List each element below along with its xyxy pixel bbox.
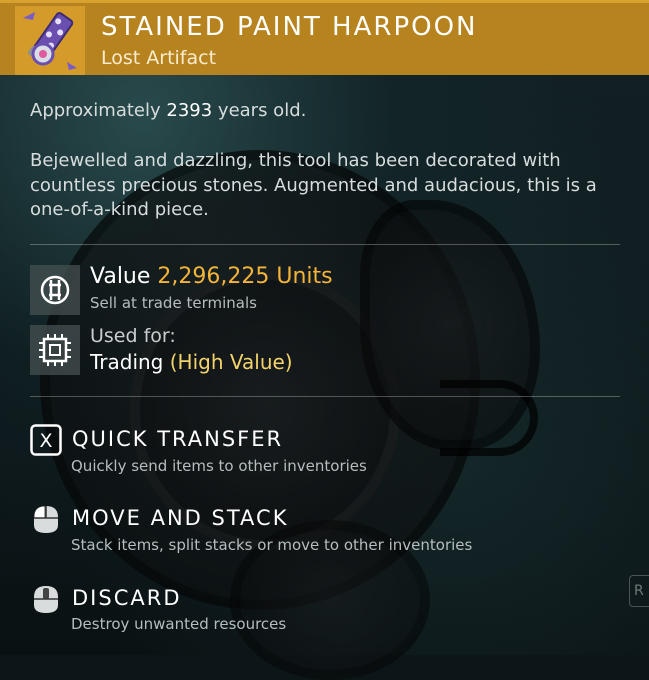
value-subtext: Sell at trade terminals [90, 294, 257, 312]
move-and-stack-description: Stack items, split stacks or move to oth… [71, 536, 473, 554]
move-and-stack-action[interactable]: MOVE AND STACK [72, 506, 288, 530]
x-key-icon[interactable]: X [30, 424, 62, 456]
item-age: Approximately 2393 years old. [30, 100, 306, 121]
item-category: Lost Artifact [101, 47, 217, 69]
artifact-render-handle [440, 380, 538, 456]
value-amount: 2,296,225 Units [157, 264, 333, 289]
divider [30, 244, 620, 245]
quick-transfer-action[interactable]: QUICK TRANSFER [72, 427, 283, 451]
usage-qualifier: (High Value) [169, 350, 293, 374]
mouse-left-button-icon[interactable] [30, 503, 62, 535]
age-prefix: Approximately [30, 100, 161, 121]
used-for-value: Trading (High Value) [90, 350, 293, 374]
discard-action[interactable]: DISCARD [72, 586, 181, 610]
value-line: Value 2,296,225 Units [90, 264, 333, 289]
age-suffix: years old. [217, 100, 307, 121]
age-years: 2393 [166, 100, 213, 121]
usage-category: Trading [90, 350, 164, 374]
offscreen-key-hint: R [629, 575, 649, 607]
quick-transfer-description: Quickly send items to other inventories [71, 457, 367, 475]
mouse-middle-button-icon[interactable] [30, 583, 62, 615]
trade-chip-icon [30, 325, 80, 375]
used-for-label: Used for: [90, 325, 176, 347]
discard-description: Destroy unwanted resources [71, 615, 287, 633]
value-label: Value [90, 264, 151, 289]
item-header: STAINED PAINT HARPOON Lost Artifact [0, 0, 649, 75]
item-description: Bejewelled and dazzling, this tool has b… [30, 150, 597, 220]
units-currency-icon [30, 265, 80, 315]
harpoon-artifact-icon [15, 6, 85, 75]
item-name: STAINED PAINT HARPOON [101, 12, 478, 42]
x-key-label: X [39, 430, 52, 452]
divider [30, 396, 620, 397]
